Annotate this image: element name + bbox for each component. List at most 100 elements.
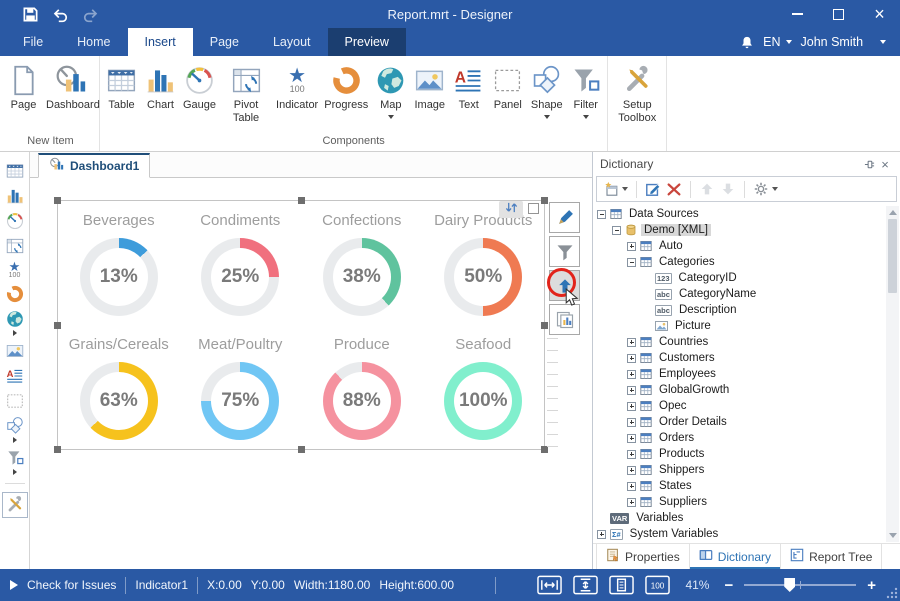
save-icon[interactable]: [22, 6, 39, 23]
user-menu[interactable]: John Smith: [801, 35, 886, 49]
fit-one-page-icon[interactable]: [609, 575, 634, 595]
tree-node-states[interactable]: States: [593, 478, 900, 494]
ribbon-item-shape[interactable]: Shape: [527, 58, 566, 119]
delete-button[interactable]: [666, 181, 682, 197]
resize-handle[interactable]: [298, 197, 305, 204]
tool-chart-button[interactable]: [5, 186, 25, 206]
maximize-button[interactable]: [818, 0, 859, 28]
tool-text-button[interactable]: A: [5, 366, 25, 386]
mini-edit-pencil-button[interactable]: [549, 202, 580, 233]
minimize-button[interactable]: [777, 0, 818, 28]
tool-image-button[interactable]: [5, 341, 25, 361]
fit-page-width-icon[interactable]: [537, 575, 562, 595]
menu-tab-page[interactable]: Page: [193, 28, 256, 56]
tree-node-order-details[interactable]: Order Details: [593, 414, 900, 430]
tree-node-categories[interactable]: Categories: [593, 254, 900, 270]
resize-handle[interactable]: [541, 197, 548, 204]
expand-toggle[interactable]: [627, 386, 636, 395]
tree-node-categoryname[interactable]: abcCategoryName: [593, 286, 900, 302]
resize-handle[interactable]: [54, 197, 61, 204]
resize-handle[interactable]: [54, 446, 61, 453]
ribbon-item-indicator[interactable]: ★100Indicator: [273, 58, 321, 112]
check-issues-button[interactable]: Check for Issues: [27, 578, 116, 592]
tree-node-data-sources[interactable]: Data Sources: [593, 206, 900, 222]
undo-icon[interactable]: [52, 6, 69, 23]
ribbon-item-progress[interactable]: Progress: [321, 58, 371, 112]
mini-filter-solid-button[interactable]: [549, 236, 580, 267]
ribbon-item-text[interactable]: AText: [449, 58, 488, 112]
slider-thumb[interactable]: [784, 578, 795, 592]
tree-node-suppliers[interactable]: Suppliers: [593, 494, 900, 510]
expand-toggle[interactable]: [627, 418, 636, 427]
menu-tab-insert[interactable]: Insert: [128, 28, 193, 56]
collapse-toggle[interactable]: [612, 226, 621, 235]
expand-toggle[interactable]: [627, 498, 636, 507]
tab-dictionary[interactable]: Dictionary: [690, 544, 781, 569]
sort-control[interactable]: [499, 201, 523, 218]
expand-toggle[interactable]: [627, 434, 636, 443]
scroll-down-icon[interactable]: [889, 533, 897, 538]
expand-toggle[interactable]: [627, 242, 636, 251]
tree-node-customers[interactable]: Customers: [593, 350, 900, 366]
scroll-thumb[interactable]: [888, 219, 897, 293]
collapse-toggle[interactable]: [627, 258, 636, 267]
ribbon-item-panel[interactable]: Panel: [488, 58, 527, 112]
expand-toggle[interactable]: [627, 482, 636, 491]
indicator-condiments[interactable]: Condiments25%: [180, 201, 302, 325]
zoom-in-button[interactable]: +: [867, 577, 876, 594]
resize-handle[interactable]: [298, 446, 305, 453]
tree-node-opec[interactable]: Opec: [593, 398, 900, 414]
expand-toggle[interactable]: [627, 450, 636, 459]
ribbon-item-setup-toolbox[interactable]: Setup Toolbox: [610, 58, 664, 124]
resize-handle[interactable]: [541, 322, 548, 329]
ribbon-item-map[interactable]: Map: [371, 58, 410, 119]
close-button[interactable]: ×: [859, 0, 900, 28]
collapse-toggle[interactable]: [597, 210, 606, 219]
expand-toggle[interactable]: [627, 370, 636, 379]
tree-node-shippers[interactable]: Shippers: [593, 462, 900, 478]
indicator-meat-poultry[interactable]: Meat/Poultry75%: [180, 325, 302, 449]
tree-node-countries[interactable]: Countries: [593, 334, 900, 350]
menu-tab-layout[interactable]: Layout: [256, 28, 328, 56]
tool-panel-button[interactable]: [5, 391, 25, 411]
indicator-beverages[interactable]: Beverages13%: [58, 201, 180, 325]
tree-node-globalgrowth[interactable]: GlobalGrowth: [593, 382, 900, 398]
tree-node-description[interactable]: abcDescription: [593, 302, 900, 318]
tool-map-button[interactable]: [5, 309, 25, 336]
ribbon-item-filter[interactable]: Filter: [566, 58, 605, 119]
tool-pivot-table-button[interactable]: [5, 236, 25, 256]
tool-table-button[interactable]: [5, 161, 25, 181]
expand-toggle[interactable]: [627, 338, 636, 347]
new-datasource-button[interactable]: [603, 181, 628, 197]
notifications-bell-icon[interactable]: [740, 35, 754, 50]
tree-node-variables[interactable]: VARVariables: [593, 510, 900, 526]
menu-tab-file[interactable]: File: [6, 28, 60, 56]
indicator-confections[interactable]: Confections38%: [301, 201, 423, 325]
tab-dashboard1[interactable]: Dashboard1: [38, 153, 150, 178]
pin-icon[interactable]: [861, 159, 877, 170]
redo-icon[interactable]: [82, 6, 99, 23]
ribbon-item-dashboard[interactable]: Dashboard: [43, 58, 97, 112]
indicator-dairy-products[interactable]: Dairy Products50%: [423, 201, 545, 325]
ribbon-item-chart[interactable]: Chart: [141, 58, 180, 112]
component-checkbox[interactable]: [528, 203, 539, 214]
mini-report-stack-button[interactable]: [549, 304, 580, 335]
tree-node-system-variables[interactable]: Σ#System Variables: [593, 526, 900, 542]
tool-filter-button[interactable]: [5, 448, 25, 475]
settings-gear-button[interactable]: [753, 181, 778, 197]
expand-toggle[interactable]: [627, 354, 636, 363]
tree-node-categoryid[interactable]: 123CategoryID: [593, 270, 900, 286]
tool-indicator-button[interactable]: ★100: [9, 261, 21, 279]
tab-report-tree[interactable]: Report Tree: [781, 544, 882, 569]
menu-tab-home[interactable]: Home: [60, 28, 127, 56]
zoom-slider[interactable]: [744, 577, 856, 593]
expand-toggle[interactable]: [597, 530, 606, 539]
resize-grip-icon[interactable]: [886, 587, 898, 599]
tree-node-employees[interactable]: Employees: [593, 366, 900, 382]
fit-page-height-icon[interactable]: [573, 575, 598, 595]
edit-button[interactable]: [645, 181, 661, 197]
panel-close-icon[interactable]: ×: [877, 157, 893, 172]
tree-node-picture[interactable]: Picture: [593, 318, 900, 334]
tool-setup-toolbox-button[interactable]: [2, 492, 28, 518]
expand-toggle[interactable]: [627, 402, 636, 411]
